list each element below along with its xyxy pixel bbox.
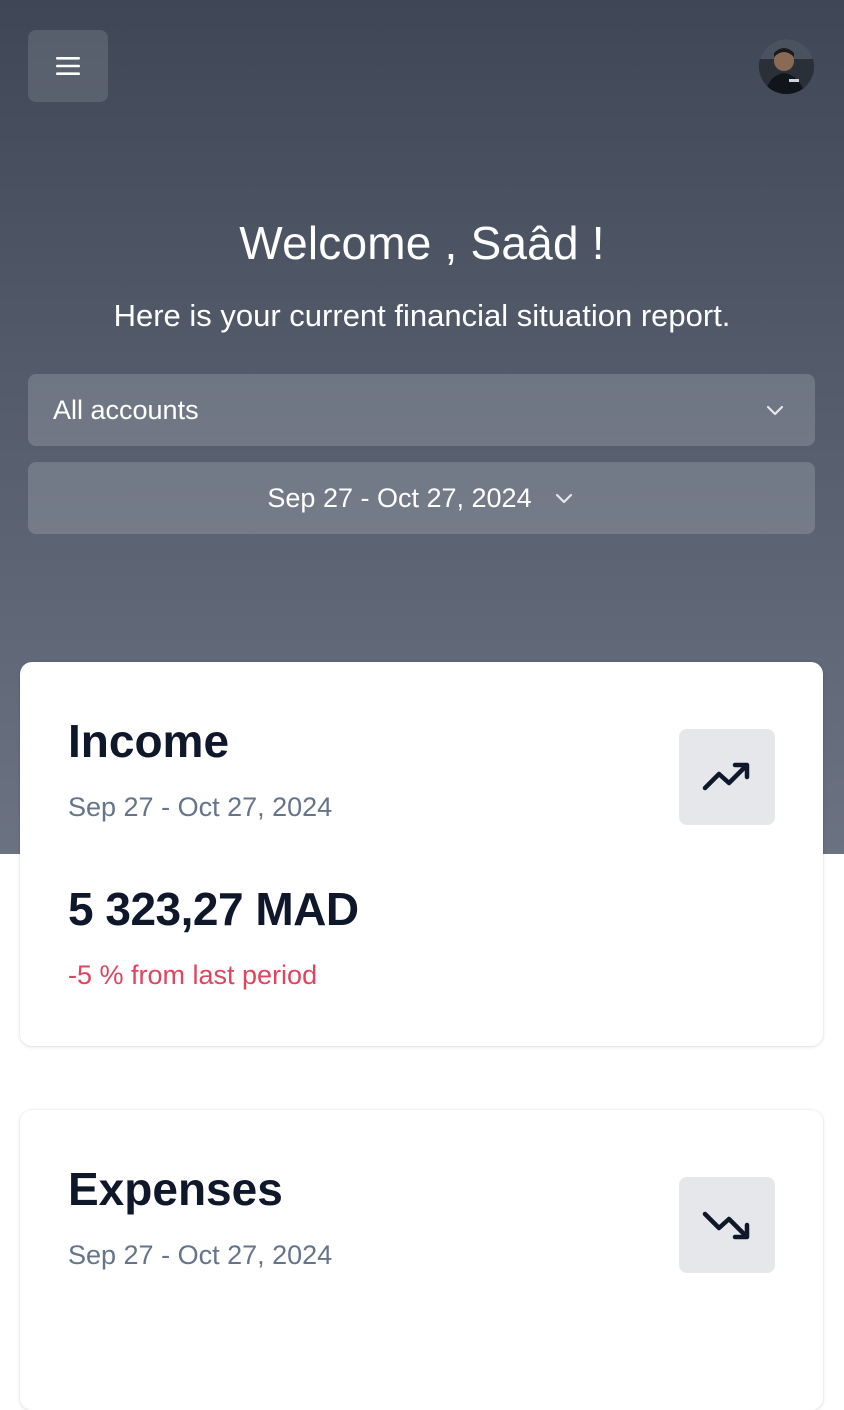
date-range-value: Sep 27 - Oct 27, 2024 [267, 482, 532, 513]
income-amount: 5 323,27 MAD [68, 883, 359, 935]
income-date-range: Sep 27 - Oct 27, 2024 [68, 792, 333, 822]
expenses-date-range: Sep 27 - Oct 27, 2024 [68, 1240, 333, 1270]
income-card: Income Sep 27 - Oct 27, 2024 5 323,27 MA… [20, 662, 823, 1046]
account-select-value: All accounts [53, 395, 199, 425]
chevron-down-icon [555, 493, 572, 504]
date-range-picker[interactable]: Sep 27 - Oct 27, 2024 [28, 462, 815, 534]
menu-button[interactable] [28, 30, 108, 102]
avatar-image [759, 39, 814, 94]
account-select[interactable]: All accounts [28, 374, 815, 446]
trending-down-icon [702, 1211, 750, 1240]
income-icon-box [679, 729, 775, 825]
expenses-icon-box [679, 1177, 775, 1273]
trending-up-icon [702, 762, 750, 791]
income-title: Income [68, 715, 230, 767]
chevron-down-icon [766, 405, 784, 416]
expenses-title: Expenses [68, 1163, 283, 1215]
welcome-heading: Welcome , Saâd ! [239, 217, 605, 269]
welcome-subtitle: Here is your current financial situation… [113, 298, 731, 333]
user-avatar[interactable] [759, 39, 814, 94]
expenses-card: Expenses Sep 27 - Oct 27, 2024 [20, 1110, 823, 1410]
hamburger-menu-icon [56, 57, 80, 75]
income-change: -5 % from last period [68, 960, 318, 990]
